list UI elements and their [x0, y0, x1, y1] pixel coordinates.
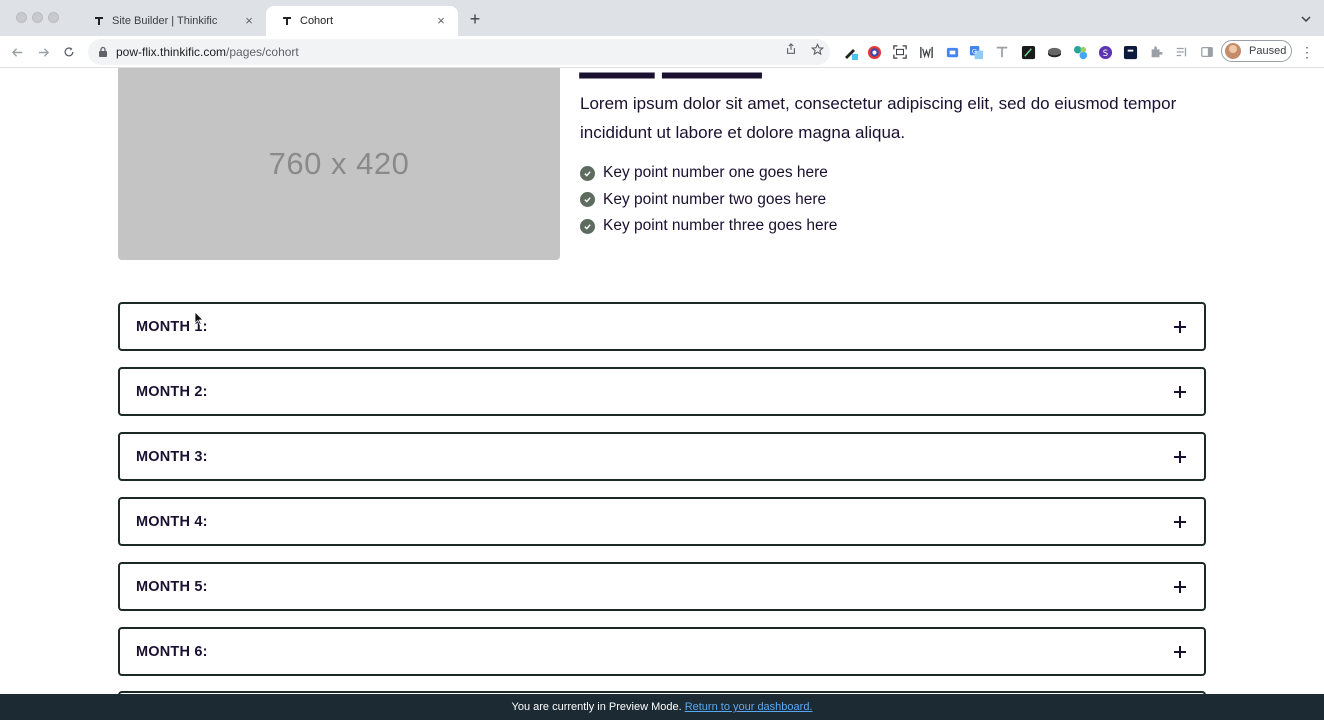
- pen-extension-icon[interactable]: [842, 44, 858, 60]
- window-close-button[interactable]: [16, 12, 27, 23]
- avatar: [1225, 43, 1241, 59]
- tab-search-chevron-icon[interactable]: [1300, 12, 1312, 24]
- accordion-title: MONTH 3:: [136, 448, 208, 465]
- new-tab-button[interactable]: +: [466, 10, 484, 28]
- accordion-month-4[interactable]: MONTH 4:: [118, 497, 1206, 546]
- accordion-title: MONTH 5:: [136, 578, 208, 595]
- dark-extension-icon[interactable]: [1122, 44, 1138, 60]
- preview-mode-bar: You are currently in Preview Mode. Retur…: [0, 694, 1324, 720]
- key-point-text: Key point number three goes here: [603, 217, 838, 235]
- extensions-puzzle-icon[interactable]: [1148, 44, 1164, 60]
- plus-icon[interactable]: [1174, 320, 1186, 333]
- tab-title: Site Builder | Thinkific: [112, 15, 218, 27]
- window-minimize-button[interactable]: [32, 12, 43, 23]
- tab-close-icon[interactable]: ×: [242, 14, 256, 28]
- font-extension-icon[interactable]: [994, 44, 1010, 60]
- thinkific-favicon-icon: [282, 16, 292, 26]
- accordion-month-5[interactable]: MONTH 5:: [118, 562, 1206, 611]
- check-circle-icon: [580, 165, 595, 181]
- tab-title: Cohort: [300, 15, 334, 27]
- profile-status: Paused: [1249, 45, 1287, 57]
- share-icon[interactable]: [784, 42, 798, 56]
- tab-close-icon[interactable]: ×: [434, 14, 448, 28]
- accordion-month-1[interactable]: MONTH 1:: [118, 302, 1206, 351]
- address-bar[interactable]: pow-flix.thinkific.com/pages/cohort: [88, 39, 830, 65]
- browser-toolbar: pow-flix.thinkific.com/pages/cohort G S: [0, 36, 1324, 68]
- section-heading-clipped: ▁▁▁ ▁▁▁▁: [580, 68, 761, 78]
- svg-text:S: S: [1102, 47, 1107, 57]
- tab-site-builder[interactable]: Site Builder | Thinkific ×: [78, 6, 266, 36]
- plus-icon[interactable]: [1174, 580, 1186, 593]
- puzzle-color-extension-icon[interactable]: [1072, 44, 1088, 60]
- plus-icon[interactable]: [1174, 385, 1186, 398]
- s-extension-icon[interactable]: S: [1097, 44, 1113, 60]
- plus-icon[interactable]: [1174, 645, 1186, 658]
- url-text[interactable]: pow-flix.thinkific.com/pages/cohort: [116, 45, 299, 59]
- disc-extension-icon[interactable]: [1046, 44, 1062, 60]
- screenshot-extension-icon[interactable]: [892, 44, 908, 60]
- translate-extension-icon[interactable]: G: [968, 44, 984, 60]
- page-content: ▁▁▁ ▁▁▁▁ 760 x 420 Lorem ipsum dolor sit…: [0, 68, 1324, 694]
- preview-mode-message: You are currently in Preview Mode.: [511, 701, 682, 713]
- back-arrow-icon[interactable]: [8, 43, 26, 61]
- url-host: pow-flix.thinkific.com: [116, 45, 227, 59]
- browser-tab-strip: Site Builder | Thinkific × Cohort × +: [0, 0, 1324, 36]
- key-points-list: Key point number one goes here Key point…: [580, 160, 837, 240]
- accordion-month-3[interactable]: MONTH 3:: [118, 432, 1206, 481]
- mouse-cursor-icon: [194, 311, 204, 325]
- return-to-dashboard-link[interactable]: Return to your dashboard.: [685, 701, 813, 713]
- lock-icon[interactable]: [98, 46, 108, 58]
- profile-button[interactable]: Paused: [1221, 40, 1292, 62]
- key-point-item: Key point number three goes here: [580, 213, 837, 240]
- notion-extension-icon[interactable]: [1020, 44, 1036, 60]
- tab-cohort[interactable]: Cohort ×: [266, 6, 458, 36]
- accordion-month-2[interactable]: MONTH 2:: [118, 367, 1206, 416]
- placeholder-image-label: 760 x 420: [268, 146, 410, 181]
- color-picker-extension-icon[interactable]: [866, 44, 882, 60]
- lead-paragraph: Lorem ipsum dolor sit amet, consectetur …: [580, 94, 1177, 142]
- key-point-text: Key point number two goes here: [603, 190, 827, 208]
- key-point-text: Key point number one goes here: [603, 164, 828, 182]
- window-zoom-button[interactable]: [48, 12, 59, 23]
- reader-extension-icon[interactable]: [944, 44, 960, 60]
- bookmark-star-icon[interactable]: [810, 42, 824, 56]
- reload-icon[interactable]: [60, 43, 78, 61]
- forward-arrow-icon[interactable]: [34, 43, 52, 61]
- accordion-month-6[interactable]: MONTH 6:: [118, 627, 1206, 676]
- svg-text:G: G: [971, 47, 976, 55]
- check-circle-icon: [580, 192, 595, 208]
- placeholder-image: 760 x 420: [118, 68, 560, 260]
- browser-menu-icon[interactable]: ⋮: [1300, 44, 1314, 60]
- accordion-title: MONTH 1:: [136, 318, 208, 335]
- thinkific-favicon-icon: [94, 16, 104, 26]
- plus-icon[interactable]: [1174, 450, 1186, 463]
- check-circle-icon: [580, 218, 595, 234]
- side-panel-icon[interactable]: [1199, 44, 1215, 60]
- reading-list-icon[interactable]: [1174, 44, 1190, 60]
- plus-icon[interactable]: [1174, 515, 1186, 528]
- wordtune-extension-icon[interactable]: [918, 44, 934, 60]
- url-path: /pages/cohort: [226, 45, 299, 59]
- accordion-title: MONTH 2:: [136, 383, 208, 400]
- key-point-item: Key point number one goes here: [580, 160, 837, 187]
- key-point-item: Key point number two goes here: [580, 187, 837, 214]
- accordion-title: MONTH 6:: [136, 643, 208, 660]
- accordion-title: MONTH 4:: [136, 513, 208, 530]
